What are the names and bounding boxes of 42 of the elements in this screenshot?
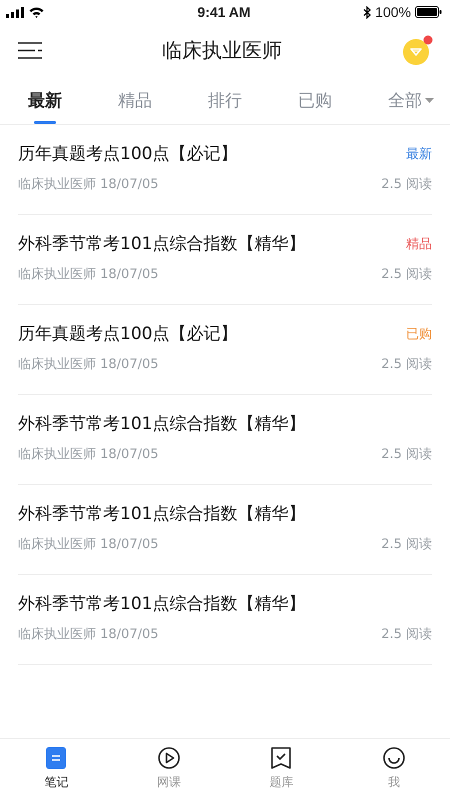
play-icon xyxy=(158,747,180,769)
battery-percent: 100% xyxy=(375,4,411,20)
article-item[interactable]: 外科季节常考101点综合指数【精华】 临床执业医师 18/07/05 2.5 阅读 xyxy=(18,575,432,665)
read-count: 2.5 阅读 xyxy=(381,266,432,283)
article-title: 历年真题考点100点【必记】 xyxy=(18,323,238,345)
article-meta: 临床执业医师 18/07/05 xyxy=(18,626,159,643)
article-tag: 最新 xyxy=(406,144,432,162)
nav-item[interactable]: 笔记 xyxy=(26,747,86,791)
status-time: 9:41 AM xyxy=(197,4,251,20)
page-title: 临床执业医师 xyxy=(162,36,282,64)
article-item[interactable]: 外科季节常考101点综合指数【精华】 精品 临床执业医师 18/07/05 2.5 阅读 xyxy=(18,215,432,305)
article-item[interactable]: 外科季节常考101点综合指数【精华】 临床执业医师 18/07/05 2.5 阅读 xyxy=(18,395,432,485)
read-count: 2.5 阅读 xyxy=(381,536,432,553)
article-item[interactable]: 历年真题考点100点【必记】 已购 临床执业医师 18/07/05 2.5 阅读 xyxy=(18,305,432,395)
article-title: 外科季节常考101点综合指数【精华】 xyxy=(18,503,306,525)
read-count: 2.5 阅读 xyxy=(381,176,432,193)
article-meta: 临床执业医师 18/07/05 xyxy=(18,176,159,193)
read-count: 2.5 阅读 xyxy=(381,446,432,463)
checked-bookmark-icon xyxy=(271,747,292,769)
wifi-icon xyxy=(29,6,44,18)
read-count: 2.5 阅读 xyxy=(381,356,432,373)
signal-icon xyxy=(6,6,24,18)
article-tag: 已购 xyxy=(406,324,432,342)
battery-icon xyxy=(414,6,442,18)
article-item[interactable]: 历年真题考点100点【必记】 最新 临床执业医师 18/07/05 2.5 阅读 xyxy=(18,125,432,215)
bluetooth-icon xyxy=(363,6,372,18)
article-tag: 精品 xyxy=(406,234,432,252)
article-title: 外科季节常考101点综合指数【精华】 xyxy=(18,413,306,435)
read-count: 2.5 阅读 xyxy=(381,626,432,643)
article-title: 历年真题考点100点【必记】 xyxy=(18,143,238,165)
smile-icon xyxy=(382,747,405,769)
article-meta: 临床执业医师 18/07/05 xyxy=(18,536,159,553)
tab[interactable]: 最新 xyxy=(26,76,64,124)
note-icon xyxy=(46,747,66,769)
article-title: 外科季节常考101点综合指数【精华】 xyxy=(18,233,306,255)
vip-badge-icon[interactable] xyxy=(402,34,434,66)
article-item[interactable]: 外科季节常考101点综合指数【精华】 临床执业医师 18/07/05 2.5 阅读 xyxy=(18,485,432,575)
menu-icon[interactable] xyxy=(18,42,42,58)
article-meta: 临床执业医师 18/07/05 xyxy=(18,446,159,463)
article-meta: 临床执业医师 18/07/05 xyxy=(18,266,159,283)
article-meta: 临床执业医师 18/07/05 xyxy=(18,356,159,373)
article-title: 外科季节常考101点综合指数【精华】 xyxy=(18,593,306,615)
